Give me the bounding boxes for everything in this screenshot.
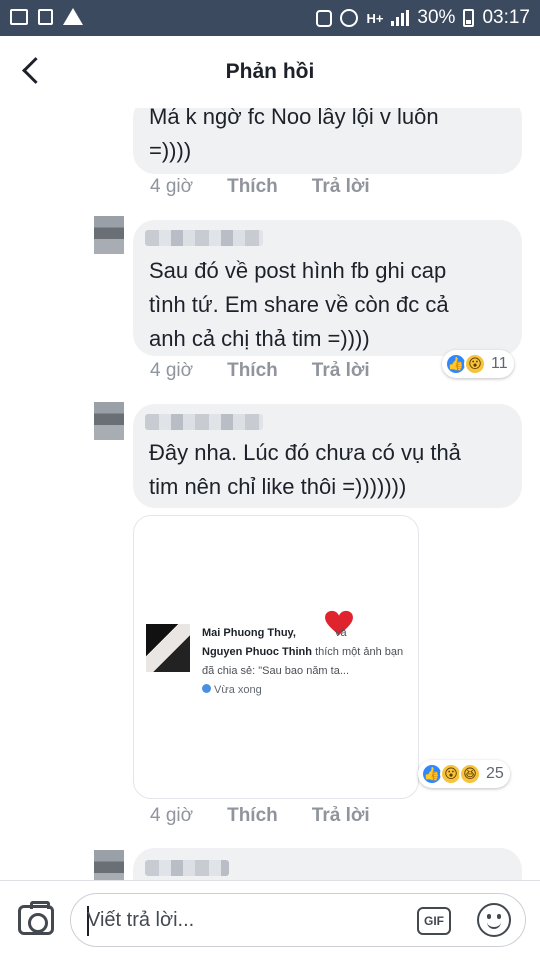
reply-thread[interactable]: Má k ngờ fc Noo lầy lội v luôn =)))) 4 g… [0, 108, 540, 880]
like-button[interactable]: Thích [227, 360, 278, 382]
comment-bubble [133, 848, 522, 880]
comment-time: 4 giờ [150, 805, 194, 826]
file-icon [38, 8, 53, 25]
notification-conj: và [334, 627, 347, 639]
sticker-icon[interactable] [477, 903, 511, 937]
comment-meta: 4 giờ Thích Trả lời [150, 805, 370, 827]
comment-bubble: Má k ngờ fc Noo lầy lội v luôn =)))) [133, 108, 522, 174]
like-button[interactable]: Thích [227, 805, 278, 827]
gif-button[interactable]: GIF [417, 907, 451, 935]
comment-meta: 4 giờ Thích Trả lời [150, 360, 370, 382]
reply-button[interactable]: Trả lời [312, 176, 370, 198]
status-left-icons [10, 8, 83, 25]
blurred-username[interactable] [145, 860, 229, 876]
avatar[interactable] [94, 850, 124, 880]
notification-time: Vừa xong [202, 684, 262, 696]
notification-thumbnail [146, 624, 190, 672]
reply-button[interactable]: Trả lời [312, 805, 370, 827]
comment-bubble: Đây nha. Lúc đó chưa có vụ thả tim nên c… [133, 404, 522, 508]
warning-icon [63, 8, 83, 25]
battery-percent: 30% [417, 7, 456, 28]
clock: 03:17 [482, 7, 530, 28]
blurred-username[interactable] [145, 414, 263, 430]
avatar[interactable] [94, 402, 124, 440]
globe-icon [202, 684, 211, 693]
alarm-icon [340, 9, 359, 27]
page-title: Phản hồi [225, 60, 315, 83]
status-right: H+ 30% 03:17 [316, 7, 530, 29]
reply-composer: Viết trả lời... GIF [0, 880, 540, 960]
shared-image[interactable]: Mai Phuong Thuy, và Nguyen Phuoc Thinh t… [133, 515, 419, 799]
screenshot-icon [316, 9, 333, 27]
comment-time: 4 giờ [150, 176, 194, 197]
avatar[interactable] [94, 216, 124, 254]
haha-reaction-icon: 😆 [459, 763, 481, 785]
notification-text: Mai Phuong Thuy, và Nguyen Phuoc Thinh t… [202, 624, 412, 681]
network-type: H+ [366, 10, 384, 26]
notification-name-2: Nguyen Phuoc Thinh [202, 646, 312, 658]
reply-placeholder: Viết trả lời... [87, 909, 195, 931]
comment-time: 4 giờ [150, 360, 194, 381]
reaction-count: 25 [486, 765, 504, 782]
reply-button[interactable]: Trả lời [312, 360, 370, 382]
comment-meta: 4 giờ Thích Trả lời [150, 176, 370, 198]
header: Phản hồi [0, 36, 540, 108]
like-button[interactable]: Thích [227, 176, 278, 198]
gallery-icon [10, 8, 28, 25]
signal-icon [391, 10, 410, 26]
wow-reaction-icon: 😮 [464, 353, 486, 375]
notification-name-1: Mai Phuong Thuy, [202, 627, 296, 639]
notification-preview: Mai Phuong Thuy, và Nguyen Phuoc Thinh t… [146, 610, 416, 696]
reaction-count: 11 [491, 355, 508, 372]
reaction-summary[interactable]: 👍 😮 11 [442, 350, 514, 378]
camera-icon[interactable] [18, 901, 54, 935]
battery-icon [463, 9, 475, 27]
blurred-username[interactable] [145, 230, 263, 246]
comment-text: Má k ngờ fc Noo lầy lội v luôn =)))) [149, 108, 439, 163]
reaction-summary[interactable]: 👍 😮 😆 25 [418, 760, 510, 788]
status-bar: H+ 30% 03:17 [0, 0, 540, 36]
reply-input[interactable]: Viết trả lời... GIF [70, 893, 526, 947]
comment-bubble: Sau đó về post hình fb ghi cap tình tứ. … [133, 220, 522, 356]
